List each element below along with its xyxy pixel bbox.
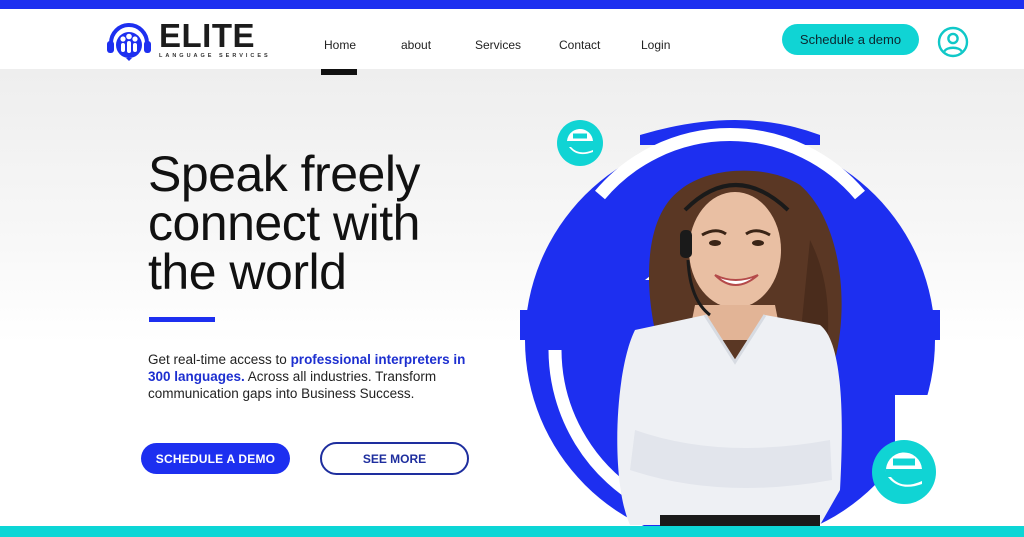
hero-headline: Speak freely connect with the world [148, 146, 508, 300]
nav-active-indicator [321, 69, 357, 75]
teal-e-logo-icon-bottom [872, 440, 936, 504]
headset-people-logo-icon [107, 23, 151, 61]
bottom-accent-bar [0, 526, 1024, 537]
schedule-demo-header-button[interactable]: Schedule a demo [782, 24, 919, 55]
brand-tagline: LANGUAGE SERVICES [159, 53, 271, 59]
nav-contact[interactable]: Contact [559, 38, 600, 52]
headline-line-2: connect with [148, 195, 420, 251]
headline-accent-rule [149, 317, 215, 322]
headline-line-1: Speak freely [148, 146, 420, 202]
top-accent-bar [0, 0, 1024, 9]
nav-login[interactable]: Login [641, 38, 670, 52]
site-header: ELITE LANGUAGE SERVICES Home about Servi… [0, 9, 1024, 69]
nav-home[interactable]: Home [324, 38, 356, 52]
lead-prefix: Get real-time access to [148, 352, 291, 367]
teal-e-logo-icon-top [557, 120, 603, 166]
brand-name: ELITE [159, 17, 256, 54]
schedule-demo-button[interactable]: SCHEDULE A DEMO [141, 443, 290, 474]
see-more-button[interactable]: SEE MORE [320, 442, 469, 475]
hero-illustration [520, 120, 960, 537]
brand-logo[interactable]: ELITE LANGUAGE SERVICES [105, 17, 271, 61]
hero-description: Get real-time access to professional int… [148, 351, 478, 402]
nav-about[interactable]: about [401, 38, 431, 52]
nav-services[interactable]: Services [475, 38, 521, 52]
headline-line-3: the world [148, 244, 347, 300]
user-circle-icon[interactable] [937, 26, 969, 58]
